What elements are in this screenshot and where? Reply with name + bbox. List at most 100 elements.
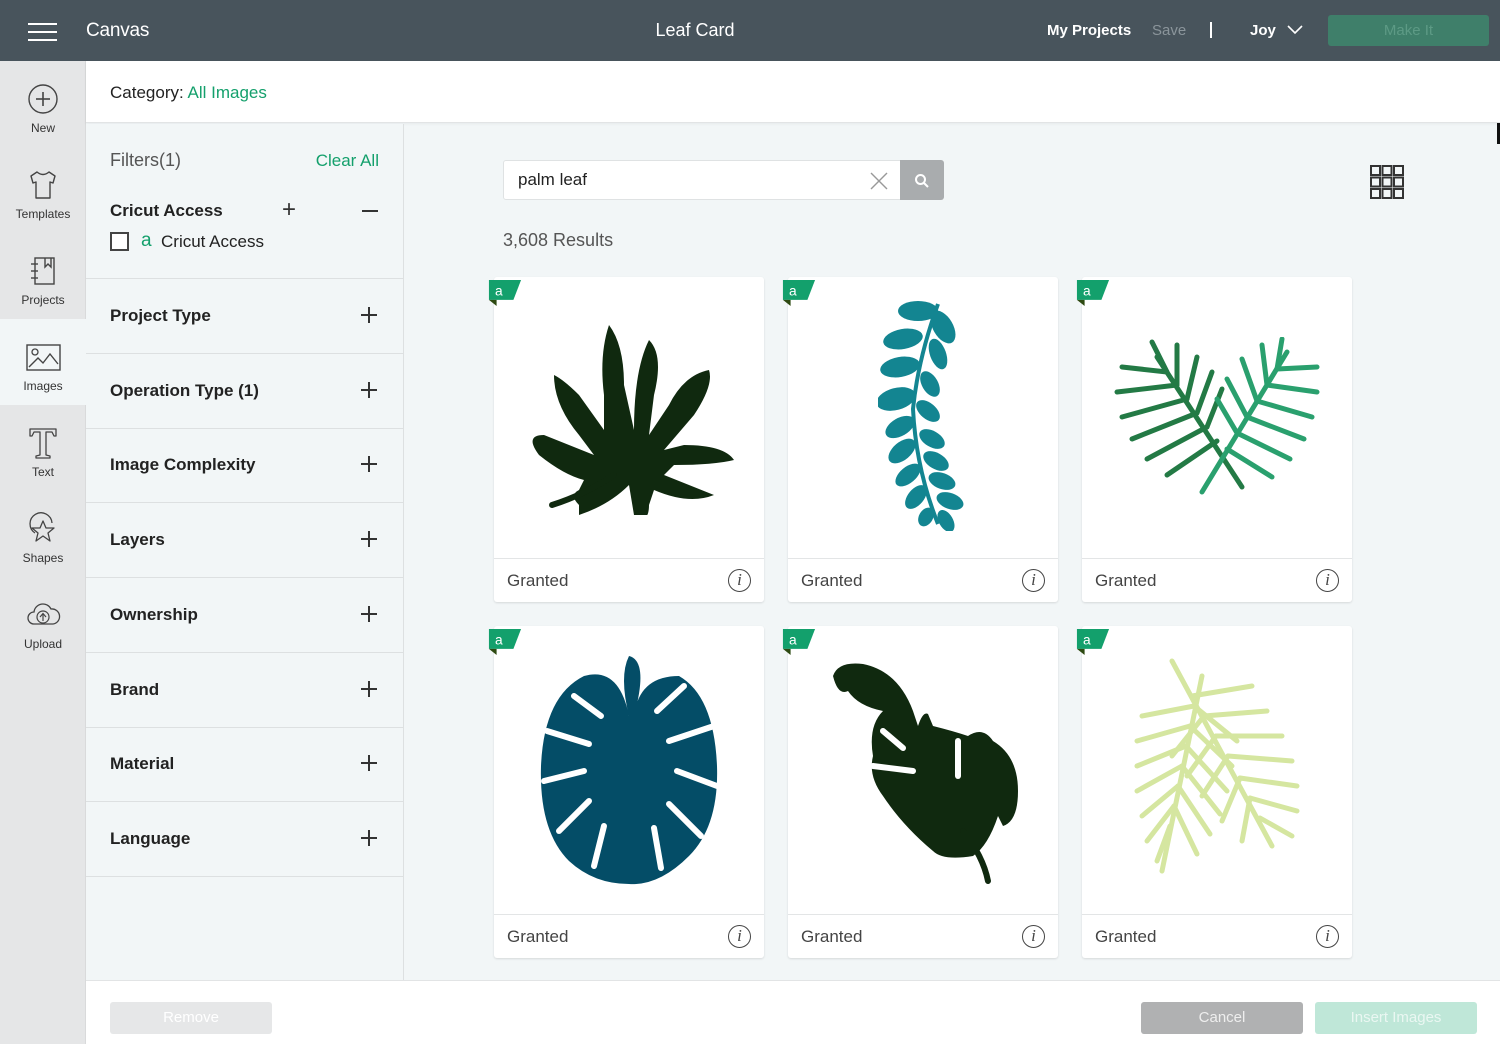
image-card-fern-sprig[interactable]: a Granted i [782, 277, 1058, 602]
rail-item-new[interactable]: New [0, 61, 86, 147]
light-palm-fronds-image [1134, 658, 1300, 874]
info-icon[interactable]: i [1022, 925, 1045, 948]
save-button[interactable]: Save [1152, 22, 1186, 39]
cancel-button[interactable]: Cancel [1141, 1002, 1303, 1034]
card-footer: Granted i [788, 914, 1058, 958]
shapes-icon [29, 512, 55, 542]
cricut-access-title: Cricut Access [110, 201, 223, 220]
plus-icon[interactable] [361, 531, 377, 547]
search-button[interactable] [900, 160, 944, 200]
info-icon[interactable]: i [1316, 925, 1339, 948]
insert-images-button[interactable]: Insert Images [1315, 1002, 1477, 1034]
plus-icon[interactable] [361, 382, 377, 398]
image-thumbnail: a [488, 277, 764, 558]
cricut-access-logo-icon: a [141, 230, 152, 251]
text-icon [29, 428, 57, 459]
facet-material[interactable]: Material [86, 727, 404, 801]
make-it-button[interactable]: Make It [1328, 15, 1489, 46]
top-bar: Canvas Leaf Card My Projects Save Joy Ma… [0, 0, 1500, 61]
image-card-split-leaf[interactable]: a Granted i [782, 626, 1058, 958]
info-icon[interactable]: i [728, 569, 751, 592]
info-icon[interactable]: i [728, 925, 751, 948]
badge-glyph: a [789, 632, 797, 647]
plus-icon[interactable] [361, 755, 377, 771]
search-field [503, 160, 901, 200]
facet-language[interactable]: Language [86, 802, 404, 876]
notebook-icon [31, 257, 55, 285]
card-footer: Granted i [788, 558, 1058, 602]
user-menu[interactable]: Joy [1250, 22, 1276, 39]
info-icon[interactable]: i [1316, 569, 1339, 592]
rail-label: Images [23, 379, 63, 393]
document-title[interactable]: Leaf Card [600, 20, 790, 41]
chevron-down-icon[interactable] [1287, 23, 1303, 35]
results-count: 3,608 Results [503, 230, 614, 250]
expand-plus-icon[interactable]: + [282, 198, 296, 222]
remove-button[interactable]: Remove [110, 1002, 272, 1034]
hamburger-icon[interactable] [28, 22, 58, 42]
image-card-monstera-leaf[interactable]: a Granted i [488, 626, 764, 958]
rail-label: New [30, 121, 55, 135]
badge-glyph: a [789, 283, 797, 298]
rail-item-projects[interactable]: Projects [0, 233, 86, 319]
plus-icon[interactable] [361, 830, 377, 846]
image-thumbnail: a [782, 626, 1058, 914]
facet-label: Operation Type (1) [110, 381, 259, 400]
search-icon [915, 174, 929, 188]
plus-icon[interactable] [361, 681, 377, 697]
card-footer: Granted i [494, 914, 764, 958]
info-icon[interactable]: i [1022, 569, 1045, 592]
my-projects-link[interactable]: My Projects [1047, 22, 1131, 39]
plus-icon[interactable] [361, 606, 377, 622]
facet-project-type[interactable]: Project Type [86, 279, 404, 353]
facet-layers[interactable]: Layers [86, 503, 404, 577]
image-card-fatsia-leaf[interactable]: a Granted i [488, 277, 764, 602]
card-status: Granted [1095, 571, 1157, 590]
plus-icon[interactable] [361, 307, 377, 323]
category-value[interactable]: All Images [188, 83, 267, 102]
filters-heading: Filters(1) [110, 150, 181, 170]
rail-label: Text [31, 465, 54, 479]
category-label: Category: [110, 83, 184, 102]
rail-item-templates[interactable]: Templates [0, 147, 86, 233]
cloud-upload-icon [27, 603, 61, 625]
card-footer: Granted i [1082, 558, 1352, 602]
facet-operation-type[interactable]: Operation Type (1) [86, 354, 404, 428]
filters-panel: Filters(1) Clear All Cricut Access + a C… [86, 124, 404, 980]
image-card-crossed-palm-fronds[interactable]: a Granted i [1076, 277, 1352, 602]
bottom-action-bar: Remove Cancel Insert Images [86, 980, 1500, 1044]
rail-item-upload[interactable]: Upload [0, 577, 86, 663]
cricut-access-checkbox[interactable] [110, 232, 129, 251]
plus-circle-icon [28, 84, 58, 114]
cricut-access-badge-icon: a [782, 629, 816, 655]
card-status: Granted [507, 927, 569, 946]
facet-label: Brand [110, 680, 160, 699]
cricut-access-badge-icon: a [488, 629, 522, 655]
rail-item-shapes[interactable]: Shapes [0, 491, 86, 577]
facet-image-complexity[interactable]: Image Complexity [86, 428, 404, 502]
rail-label: Upload [23, 637, 63, 651]
image-card-light-palm-fronds[interactable]: a Granted i [1076, 626, 1352, 958]
facet-brand[interactable]: Brand [86, 653, 404, 727]
clear-search-icon[interactable] [870, 172, 888, 190]
facet-ownership[interactable]: Ownership [86, 578, 404, 652]
rail-item-text[interactable]: Text [0, 405, 86, 491]
collapse-minus-icon[interactable] [362, 210, 378, 212]
image-thumbnail: a [1076, 277, 1352, 558]
badge-glyph: a [495, 283, 503, 298]
card-status: Granted [1095, 927, 1157, 946]
clear-all-link[interactable]: Clear All [316, 151, 379, 171]
tshirt-icon [30, 171, 56, 199]
plus-icon[interactable] [361, 456, 377, 472]
monstera-leaf-image [540, 656, 719, 885]
search-input[interactable] [518, 161, 858, 199]
grid-view-icon[interactable] [1370, 165, 1404, 199]
cricut-access-option-label[interactable]: Cricut Access [161, 232, 264, 252]
rail-item-images[interactable]: Images [0, 319, 86, 405]
image-thumbnail: a [488, 626, 764, 914]
fatsia-leaf-image [532, 325, 734, 515]
facet-label: Language [110, 829, 191, 848]
crossed-palm-fronds-image [1114, 337, 1320, 495]
facet-label: Material [110, 754, 175, 773]
card-footer: Granted i [494, 558, 764, 602]
